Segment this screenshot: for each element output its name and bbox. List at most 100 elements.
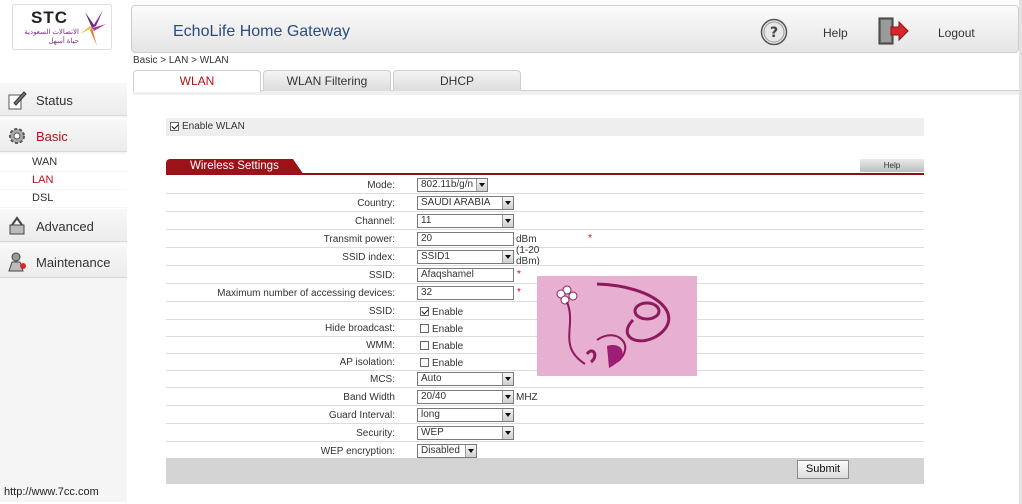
row-security: Security: WEP	[166, 425, 924, 442]
ssid-input[interactable]: Afaqshamel	[417, 268, 514, 282]
hide-broadcast-checkbox[interactable]	[420, 324, 429, 333]
advanced-icon	[9, 216, 25, 235]
band-width-label: Band Width	[343, 392, 395, 403]
tab-wlan-filtering[interactable]: WLAN Filtering	[263, 70, 391, 91]
chevron-down-icon	[502, 391, 513, 403]
ssid-index-label: SSID index:	[342, 252, 395, 263]
breadcrumb: Basic > LAN > WLAN	[133, 55, 229, 66]
basic-gear-icon	[9, 128, 25, 144]
row-mode: Mode: 802.11b/g/n	[166, 177, 924, 194]
wep-encryption-select[interactable]: Disabled	[417, 444, 477, 458]
row-ssid-index: SSID index: SSID1	[166, 249, 924, 266]
app-title: EchoLife Home Gateway	[173, 23, 350, 40]
security-select[interactable]: WEP	[417, 426, 514, 440]
mcs-label: MCS:	[370, 374, 395, 385]
header-bar: EchoLife Home Gateway ? Help Logout	[131, 5, 1019, 53]
mode-select[interactable]: 802.11b/g/n	[417, 178, 488, 192]
channel-select[interactable]: 11	[417, 214, 514, 228]
logo-text: STC	[31, 8, 68, 27]
form-footer: Submit	[166, 458, 924, 484]
chevron-down-icon	[502, 251, 513, 263]
sidebar-item-label: Maintenance	[36, 255, 111, 270]
checkbox-label: Enable	[432, 324, 464, 335]
max-devices-input[interactable]: 32	[417, 286, 514, 300]
channel-label: Channel:	[354, 216, 395, 227]
band-width-select[interactable]: 20/40	[417, 390, 514, 404]
row-band-width: Band Width 20/40 MHZ	[166, 389, 924, 406]
checkbox-label: Enable	[432, 307, 464, 318]
sidebar-subitem-lan[interactable]: LAN	[0, 172, 127, 189]
sidebar-item-advanced[interactable]: Advanced	[0, 208, 127, 242]
chevron-down-icon	[502, 373, 513, 385]
enable-wlan-label: Enable WLAN	[182, 121, 245, 132]
ssid-index-select[interactable]: SSID1	[417, 250, 514, 264]
country-select[interactable]: SAUDI ARABIA	[417, 196, 514, 210]
tab-wlan[interactable]: WLAN	[133, 70, 261, 92]
security-label: Security:	[356, 428, 395, 439]
guard-interval-select[interactable]: long	[417, 408, 514, 422]
mcs-select[interactable]: Auto	[417, 372, 514, 386]
sidebar-subitem-label: DSL	[32, 192, 54, 204]
sidebar-subitem-dsl[interactable]: DSL	[0, 190, 127, 207]
stc-logo: STC الاتصالات السعودية حياة أسهل	[12, 4, 112, 50]
hide-broadcast-label: Hide broadcast:	[324, 323, 395, 334]
guard-interval-label: Guard Interval:	[328, 410, 395, 421]
country-label: Country:	[357, 198, 395, 209]
logout-icon[interactable]	[877, 16, 909, 46]
checkbox-label: Enable	[432, 358, 464, 369]
row-guard-interval: Guard Interval: long	[166, 407, 924, 424]
sidebar-item-maintenance[interactable]: Maintenance	[0, 244, 127, 278]
row-country: Country: SAUDI ARABIA	[166, 195, 924, 212]
ap-isolation-checkbox[interactable]	[420, 358, 429, 367]
tab-dhcp[interactable]: DHCP	[393, 70, 521, 91]
transmit-power-label: Transmit power:	[323, 234, 395, 245]
row-channel: Channel: 11	[166, 213, 924, 230]
sidebar-item-label: Status	[36, 93, 73, 108]
decorative-overlay-image	[537, 276, 697, 376]
wmm-checkbox[interactable]	[420, 341, 429, 350]
chevron-down-icon	[502, 427, 513, 439]
help-icon[interactable]: ?	[760, 18, 788, 46]
router-admin-page: STC الاتصالات السعودية حياة أسهل EchoLife…	[0, 0, 1022, 504]
submit-button[interactable]: Submit	[797, 460, 849, 479]
logout-link[interactable]: Logout	[938, 26, 975, 40]
watermark-url: http://www.7cc.com	[4, 486, 99, 498]
chevron-down-icon	[502, 409, 513, 421]
band-width-unit: MHZ	[516, 392, 538, 403]
required-marker: *	[588, 233, 592, 244]
checkbox-label: Enable	[432, 341, 464, 352]
enable-wlan-checkbox[interactable]	[170, 122, 179, 131]
logo-arabic: الاتصالات السعودية حياة أسهل	[24, 29, 79, 45]
stc-star-icon	[80, 10, 106, 46]
section-help-button[interactable]: Help	[860, 159, 924, 172]
chevron-down-icon	[502, 215, 513, 227]
maintenance-icon	[8, 252, 26, 272]
sidebar-subitem-label: LAN	[32, 174, 54, 186]
sidebar-subitem-wan[interactable]: WAN	[0, 154, 127, 171]
sidebar: Status Basic WAN LAN DSL Advanced Mainte…	[0, 82, 127, 502]
sidebar-item-label: Basic	[36, 129, 68, 144]
ssid-enable-label: SSID:	[368, 306, 395, 317]
chevron-down-icon	[465, 445, 476, 457]
enable-wlan-row: Enable WLAN	[166, 118, 924, 136]
svg-text:?: ?	[770, 25, 778, 41]
transmit-power-input[interactable]: 20	[417, 232, 514, 246]
wep-encryption-label: WEP encryption:	[320, 446, 395, 457]
status-icon	[8, 91, 27, 110]
sidebar-item-status[interactable]: Status	[0, 82, 127, 116]
row-transmit-power: Transmit power: 20 dBm (1-20 dBm) *	[166, 231, 924, 267]
ssid-label: SSID:	[368, 270, 395, 281]
sidebar-item-basic[interactable]: Basic	[0, 118, 127, 152]
wmm-label: WMM:	[366, 340, 395, 351]
tab-bar: WLAN WLAN Filtering DHCP	[133, 70, 1021, 94]
ap-isolation-label: AP isolation:	[339, 357, 395, 368]
ssid-enable-checkbox[interactable]	[420, 307, 429, 316]
chevron-down-icon	[502, 197, 513, 209]
section-title: Wireless Settings	[166, 159, 304, 175]
wireless-settings-header: Wireless Settings Help	[166, 158, 924, 175]
chevron-down-icon	[476, 179, 487, 191]
max-devices-label: Maximum number of accessing devices:	[217, 288, 395, 299]
mode-label: Mode:	[367, 180, 395, 191]
help-link[interactable]: Help	[823, 26, 848, 40]
sidebar-item-label: Advanced	[36, 219, 94, 234]
